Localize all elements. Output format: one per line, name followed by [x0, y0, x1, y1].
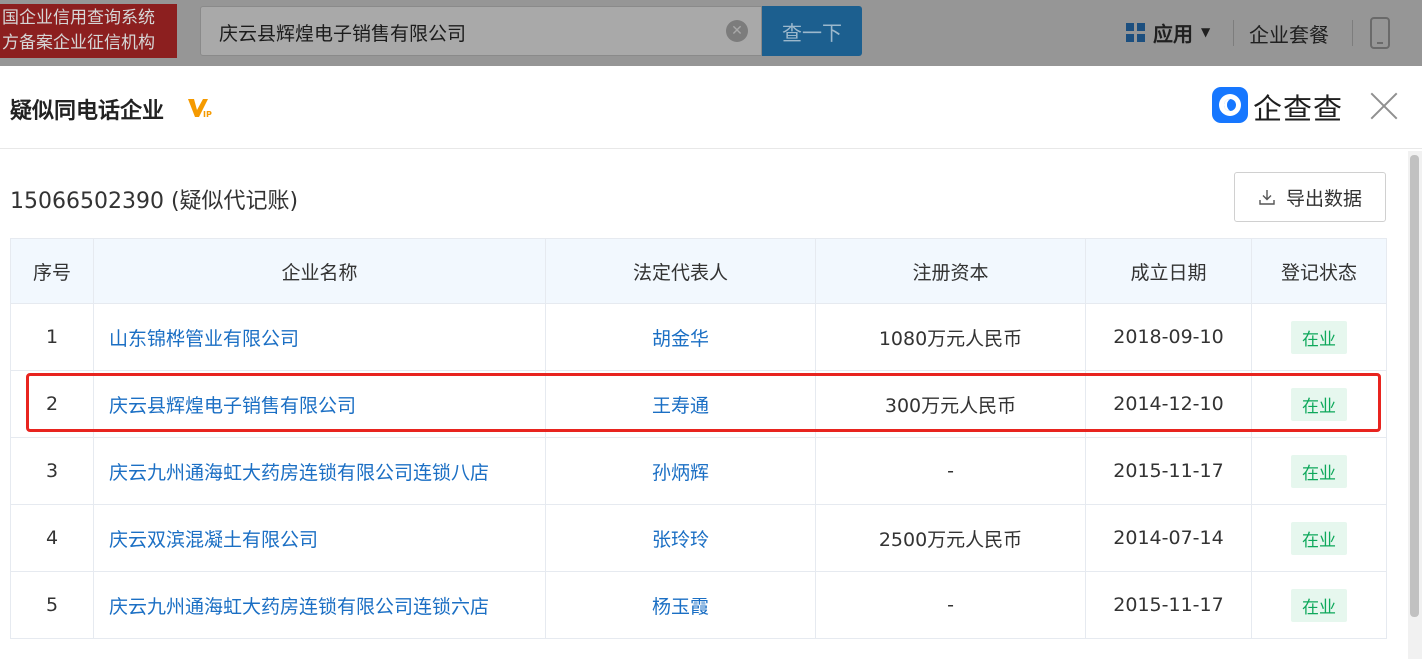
- similar-phone-modal: 疑似同电话企业 IP 企查查 15066502390 (疑似代记账) 导出数据 …: [0, 66, 1422, 659]
- header-capital: 注册资本: [815, 238, 1086, 304]
- status-badge: 在业: [1291, 588, 1347, 622]
- scrollbar-thumb[interactable]: [1410, 155, 1419, 617]
- apps-menu[interactable]: 应用 ▼: [1126, 18, 1210, 46]
- legal-rep-link[interactable]: 张玲玲: [545, 504, 816, 572]
- scrollbar[interactable]: [1408, 151, 1422, 659]
- founded-date: 2018-09-10: [1085, 303, 1252, 371]
- founded-date: 2014-12-10: [1085, 370, 1252, 438]
- registered-capital: 300万元人民币: [815, 370, 1086, 438]
- phone-number-label: 15066502390 (疑似代记账): [10, 189, 299, 214]
- table-row: 5 庆云九州通海虹大药房连锁有限公司连锁六店 杨玉霞 - 2015-11-17 …: [10, 571, 1387, 639]
- table-row: 2 庆云县辉煌电子销售有限公司 王寿通 300万元人民币 2014-12-10 …: [10, 370, 1387, 438]
- close-icon[interactable]: [1366, 88, 1402, 124]
- registered-capital: -: [815, 571, 1086, 639]
- site-logo[interactable]: 国企业信用查询系统 方备案企业征信机构: [0, 4, 177, 58]
- clear-search-icon[interactable]: ✕: [726, 20, 748, 42]
- company-name-link[interactable]: 庆云九州通海虹大药房连锁有限公司连锁六店: [93, 571, 546, 639]
- founded-date: 2015-11-17: [1085, 571, 1252, 639]
- status-cell: 在业: [1251, 571, 1387, 639]
- qichacha-logo-icon: [1212, 87, 1248, 123]
- divider: [1233, 20, 1234, 46]
- registered-capital: 2500万元人民币: [815, 504, 1086, 572]
- legal-rep-link[interactable]: 王寿通: [545, 370, 816, 438]
- company-name-link[interactable]: 庆云双滨混凝土有限公司: [93, 504, 546, 572]
- row-index: 5: [10, 571, 94, 639]
- company-name-link[interactable]: 庆云九州通海虹大药房连锁有限公司连锁八店: [93, 437, 546, 505]
- founded-date: 2014-07-14: [1085, 504, 1252, 572]
- export-data-button[interactable]: 导出数据: [1234, 172, 1386, 222]
- legal-rep-link[interactable]: 胡金华: [545, 303, 816, 371]
- registered-capital: -: [815, 437, 1086, 505]
- row-index: 4: [10, 504, 94, 572]
- company-table: 序号 企业名称 法定代表人 注册资本 成立日期 登记状态 1 山东锦桦管业有限公…: [10, 238, 1387, 639]
- modal-title: 疑似同电话企业: [10, 99, 165, 124]
- status-cell: 在业: [1251, 370, 1387, 438]
- status-badge: 在业: [1291, 320, 1347, 354]
- search-button[interactable]: 查一下: [762, 6, 862, 56]
- modal-header: 疑似同电话企业 IP 企查查: [0, 66, 1422, 149]
- apps-grid-icon: [1126, 22, 1145, 42]
- vip-icon: IP: [188, 99, 212, 119]
- status-badge: 在业: [1291, 521, 1347, 555]
- header-index: 序号: [10, 238, 94, 304]
- registered-capital: 1080万元人民币: [815, 303, 1086, 371]
- brand-line-2: 方备案企业征信机构: [2, 33, 155, 53]
- apps-label: 应用: [1153, 21, 1193, 46]
- row-index: 2: [10, 370, 94, 438]
- brand-line-1: 国企业信用查询系统: [2, 8, 155, 28]
- table-header-row: 序号 企业名称 法定代表人 注册资本 成立日期 登记状态: [10, 238, 1387, 304]
- package-link[interactable]: 企业套餐: [1249, 19, 1329, 48]
- table-row: 4 庆云双滨混凝土有限公司 张玲玲 2500万元人民币 2014-07-14 在…: [10, 504, 1387, 572]
- header-legal-rep: 法定代表人: [545, 238, 816, 304]
- caret-down-icon: ▼: [1201, 25, 1211, 39]
- status-badge: 在业: [1291, 454, 1347, 488]
- status-cell: 在业: [1251, 504, 1387, 572]
- divider: [1352, 20, 1353, 46]
- page-header: 国企业信用查询系统 方备案企业征信机构 庆云县辉煌电子销售有限公司 ✕ 查一下 …: [0, 0, 1422, 66]
- search-input[interactable]: 庆云县辉煌电子销售有限公司: [200, 6, 762, 56]
- row-index: 3: [10, 437, 94, 505]
- status-cell: 在业: [1251, 303, 1387, 371]
- table-row: 1 山东锦桦管业有限公司 胡金华 1080万元人民币 2018-09-10 在业: [10, 303, 1387, 371]
- header-company-name: 企业名称: [93, 238, 546, 304]
- header-status: 登记状态: [1251, 238, 1387, 304]
- qichacha-logo-text: 企查查: [1253, 92, 1344, 126]
- download-icon: [1259, 190, 1275, 205]
- row-index: 1: [10, 303, 94, 371]
- export-data-label: 导出数据: [1285, 187, 1362, 210]
- company-name-link[interactable]: 山东锦桦管业有限公司: [93, 303, 546, 371]
- svg-text:IP: IP: [203, 110, 212, 119]
- founded-date: 2015-11-17: [1085, 437, 1252, 505]
- mobile-phone-icon[interactable]: [1370, 17, 1390, 49]
- status-cell: 在业: [1251, 437, 1387, 505]
- status-badge: 在业: [1291, 387, 1347, 421]
- header-founded-date: 成立日期: [1085, 238, 1252, 304]
- company-name-link[interactable]: 庆云县辉煌电子销售有限公司: [93, 370, 546, 438]
- legal-rep-link[interactable]: 杨玉霞: [545, 571, 816, 639]
- table-row: 3 庆云九州通海虹大药房连锁有限公司连锁八店 孙炳辉 - 2015-11-17 …: [10, 437, 1387, 505]
- legal-rep-link[interactable]: 孙炳辉: [545, 437, 816, 505]
